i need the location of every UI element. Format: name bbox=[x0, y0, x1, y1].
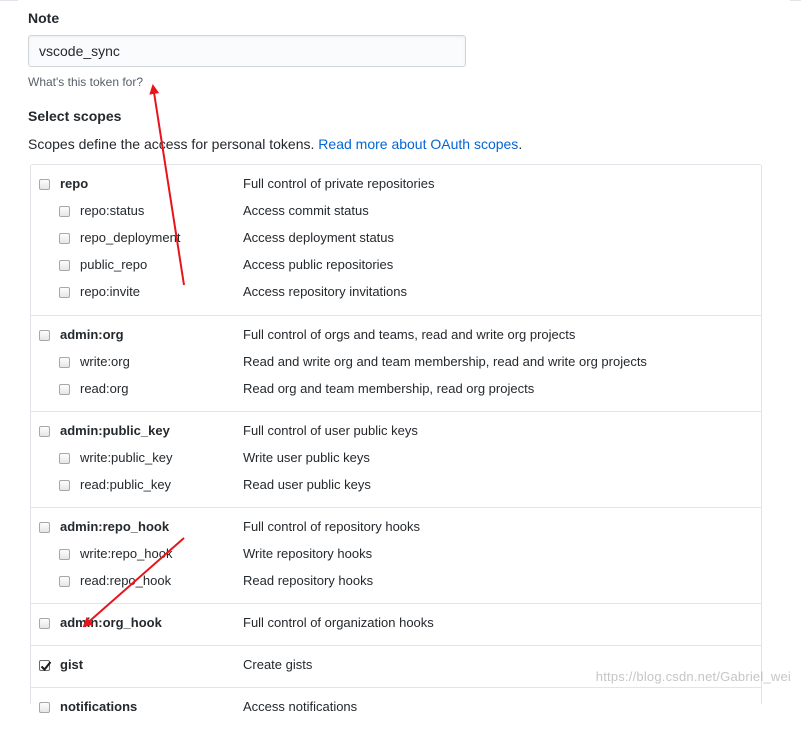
scope-name: read:org bbox=[80, 381, 129, 396]
scope-group-admin-org: admin:org Full control of orgs and teams,… bbox=[31, 315, 761, 411]
scope-group-admin-repo-hook: admin:repo_hook Full control of repositor… bbox=[31, 507, 761, 603]
scope-name: repo_deployment bbox=[80, 230, 181, 245]
scope-name: read:public_key bbox=[80, 477, 172, 492]
scope-description: Create gists bbox=[243, 657, 313, 672]
scope-name: public_repo bbox=[80, 257, 148, 272]
scope-checkbox[interactable] bbox=[59, 480, 70, 491]
scope-description: Full control of user public keys bbox=[243, 423, 418, 438]
scope-description: Access public repositories bbox=[243, 257, 394, 272]
scope-group-repo: repo Full control of private repositories… bbox=[31, 165, 761, 314]
scope-subrow-repo-invite: repo:invite Access repository invitations bbox=[31, 280, 761, 307]
scope-checkbox[interactable] bbox=[59, 576, 70, 587]
scope-subrow-write-public-key: write:public_key Write user public keys bbox=[31, 446, 761, 473]
scope-row-admin-org: admin:org Full control of orgs and teams,… bbox=[31, 323, 761, 350]
scope-subrow-repo-status: repo:status Access commit status bbox=[31, 199, 761, 226]
scopes-description-text: Scopes define the access for personal to… bbox=[28, 136, 315, 152]
scopes-description: Scopes define the access for personal to… bbox=[28, 136, 522, 152]
scope-description: Read org and team membership, read org p… bbox=[243, 381, 535, 396]
scope-subrow-read-repo-hook: read:repo_hook Read repository hooks bbox=[31, 569, 761, 596]
scope-description: Write user public keys bbox=[243, 450, 370, 465]
scope-list: repo Full control of private repositories… bbox=[30, 164, 762, 714]
scope-checkbox[interactable] bbox=[39, 522, 50, 533]
top-border bbox=[0, 0, 801, 4]
scope-name: admin:org_hook bbox=[60, 615, 162, 630]
scope-checkbox[interactable] bbox=[59, 453, 70, 464]
scope-group-notifications: notifications Access notifications bbox=[31, 687, 761, 729]
scope-description: Full control of private repositories bbox=[243, 176, 435, 191]
note-label: Note bbox=[28, 10, 60, 26]
scope-name: gist bbox=[60, 657, 84, 672]
scope-row-notifications: notifications Access notifications bbox=[31, 695, 761, 722]
scope-subrow-write-org: write:org Read and write org and team mem… bbox=[31, 350, 761, 377]
scope-subrow-read-org: read:org Read org and team membership, re… bbox=[31, 377, 761, 404]
scope-name: repo bbox=[60, 176, 89, 191]
scope-name: write:org bbox=[80, 354, 130, 369]
scope-checkbox[interactable] bbox=[59, 260, 70, 271]
scope-row-admin-org-hook: admin:org_hook Full control of organizati… bbox=[31, 611, 761, 638]
oauth-scopes-link[interactable]: Read more about OAuth scopes bbox=[318, 136, 518, 152]
scope-checkbox[interactable] bbox=[59, 384, 70, 395]
scope-description: Access deployment status bbox=[243, 230, 395, 245]
scope-checkbox[interactable] bbox=[39, 660, 52, 671]
note-input[interactable] bbox=[28, 35, 466, 67]
scope-subrow-read-public-key: read:public_key Read user public keys bbox=[31, 473, 761, 500]
scope-name: admin:public_key bbox=[60, 423, 170, 438]
scope-name: notifications bbox=[60, 699, 138, 714]
scope-checkbox[interactable] bbox=[59, 233, 70, 244]
scope-description: Access repository invitations bbox=[243, 284, 408, 299]
scope-description: Write repository hooks bbox=[243, 546, 373, 561]
scope-row-admin-repo-hook: admin:repo_hook Full control of repositor… bbox=[31, 515, 761, 542]
scope-name: write:repo_hook bbox=[80, 546, 173, 561]
scope-description: Access commit status bbox=[243, 203, 369, 218]
scope-checkbox[interactable] bbox=[39, 179, 50, 190]
scope-checkbox[interactable] bbox=[39, 426, 50, 437]
select-scopes-heading: Select scopes bbox=[28, 108, 122, 124]
scope-description: Read repository hooks bbox=[243, 573, 374, 588]
scope-description: Read user public keys bbox=[243, 477, 371, 492]
scope-checkbox[interactable] bbox=[39, 330, 50, 341]
scope-checkbox[interactable] bbox=[39, 702, 50, 713]
scope-checkbox[interactable] bbox=[59, 206, 70, 217]
scope-row-admin-public-key: admin:public_key Full control of user pub… bbox=[31, 419, 761, 446]
scope-group-admin-public-key: admin:public_key Full control of user pub… bbox=[31, 411, 761, 507]
scope-description: Full control of orgs and teams, read and… bbox=[243, 327, 576, 342]
note-hint: What's this token for? bbox=[28, 75, 144, 89]
scope-name: repo:status bbox=[80, 203, 145, 218]
scopes-description-period: . bbox=[518, 136, 523, 152]
scope-name: write:public_key bbox=[80, 450, 173, 465]
scope-checkbox[interactable] bbox=[59, 357, 70, 368]
scope-name: repo:invite bbox=[80, 284, 140, 299]
scope-checkbox[interactable] bbox=[59, 549, 70, 560]
scope-description: Full control of repository hooks bbox=[243, 519, 421, 534]
scope-name: admin:repo_hook bbox=[60, 519, 170, 534]
scope-group-admin-org-hook: admin:org_hook Full control of organizati… bbox=[31, 603, 761, 645]
scope-row-repo: repo Full control of private repositories bbox=[31, 172, 761, 199]
scope-checkbox[interactable] bbox=[39, 618, 50, 629]
scope-subrow-write-repo-hook: write:repo_hook Write repository hooks bbox=[31, 542, 761, 569]
scope-checkbox[interactable] bbox=[59, 287, 70, 298]
watermark: https://blog.csdn.net/Gabriel_wei bbox=[595, 669, 791, 684]
scope-description: Full control of organization hooks bbox=[243, 615, 434, 630]
scope-name: read:repo_hook bbox=[80, 573, 172, 588]
scope-subrow-public-repo: public_repo Access public repositories bbox=[31, 253, 761, 280]
scope-description: Read and write org and team membership, … bbox=[243, 354, 647, 369]
scope-subrow-repo-deployment: repo_deployment Access deployment status bbox=[31, 226, 761, 253]
scope-name: admin:org bbox=[60, 327, 124, 342]
scope-description: Access notifications bbox=[243, 699, 358, 714]
